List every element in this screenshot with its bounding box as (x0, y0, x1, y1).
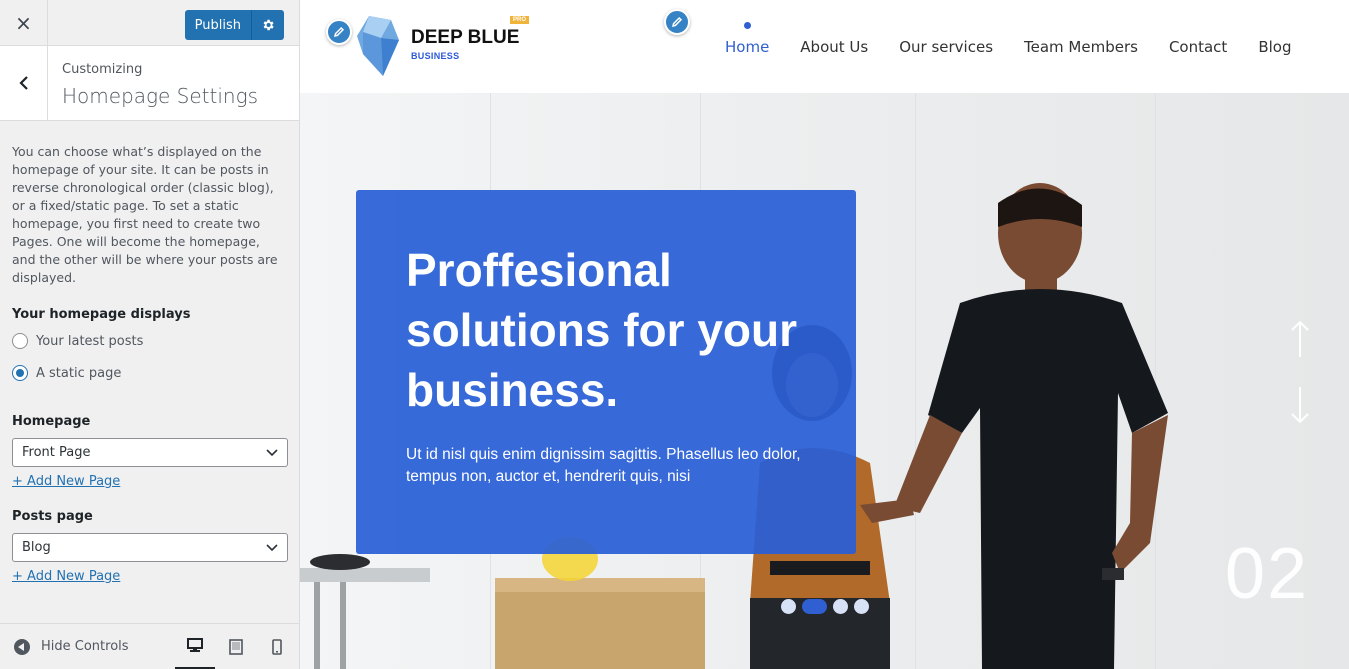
slider-next-button[interactable] (1290, 385, 1310, 434)
back-button[interactable] (0, 46, 48, 120)
arrow-down-icon (1291, 387, 1309, 424)
hero-card: Proffesional solutions for your business… (356, 190, 856, 554)
slider-dot[interactable] (833, 599, 848, 614)
radio-static-page[interactable]: A static page (12, 365, 287, 381)
nav-item-blog[interactable]: Blog (1258, 38, 1291, 56)
hero-slider: Proffesional solutions for your business… (300, 93, 1349, 669)
man-image (860, 183, 1168, 669)
brand-name: DEEP BLUE (411, 27, 520, 48)
chevron-left-icon (18, 76, 28, 90)
breadcrumb: Customizing (62, 62, 143, 77)
posts-page-select[interactable]: Blog (12, 533, 288, 562)
desktop-preview-button[interactable] (175, 624, 215, 669)
panel-body: You can choose what’s displayed on the h… (0, 121, 299, 584)
pencil-icon (333, 26, 345, 38)
homepage-label: Homepage (12, 414, 91, 429)
mobile-preview-button[interactable] (257, 624, 297, 669)
section-header: Customizing Homepage Settings (0, 46, 299, 121)
homepage-select[interactable]: Front Page (12, 438, 288, 467)
radio-latest-posts[interactable]: Your latest posts (12, 333, 287, 349)
site-header: DEEP BLUE PRO BUSINESS Home About Us Our… (300, 0, 1349, 93)
logo-icon (357, 16, 399, 76)
slider-prev-button[interactable] (1290, 319, 1310, 368)
hide-controls-button[interactable]: Hide Controls (14, 638, 129, 655)
slider-dot[interactable] (854, 599, 869, 614)
cardboard-box-image (495, 578, 705, 669)
site-preview: DEEP BLUE PRO BUSINESS Home About Us Our… (300, 0, 1349, 669)
slider-dot-active[interactable] (802, 599, 827, 614)
nav-item-our-services[interactable]: Our services (899, 38, 993, 56)
radio-button-checked[interactable] (12, 365, 28, 381)
desk-image (300, 554, 430, 669)
brand-subtitle: BUSINESS (411, 51, 460, 61)
pencil-icon (671, 16, 683, 28)
posts-page-label: Posts page (12, 509, 93, 524)
publish-button[interactable]: Publish (184, 10, 252, 40)
add-new-page-link[interactable]: + Add New Page (12, 474, 120, 489)
customizer-topbar: × Publish (0, 0, 299, 46)
tablet-icon (229, 639, 243, 655)
radio-label: Your latest posts (36, 333, 144, 349)
slide-number: 02 (1225, 534, 1310, 614)
customizer-sidebar: × Publish Customizing Homepage Settings … (0, 0, 300, 669)
radio-button[interactable] (12, 333, 28, 349)
displays-label: Your homepage displays (12, 307, 191, 322)
nav-item-about-us[interactable]: About Us (800, 38, 868, 56)
radio-label: A static page (36, 365, 122, 381)
customizer-footer: Hide Controls (0, 623, 299, 669)
hero-text: Ut id nisl quis enim dignissim sagittis.… (406, 446, 801, 485)
pro-badge: PRO (510, 16, 530, 24)
homepage-description: You can choose what’s displayed on the h… (12, 144, 278, 285)
main-nav: Home About Us Our services Team Members … (725, 22, 1291, 56)
hero-title: Proffesional solutions for your business… (406, 244, 797, 416)
homepage-select-value: Front Page (22, 445, 91, 460)
publish-group: Publish (184, 10, 284, 40)
gear-icon (263, 19, 274, 31)
posts-page-select-value: Blog (22, 540, 51, 555)
chevron-down-icon (266, 448, 278, 456)
hide-controls-label: Hide Controls (41, 639, 129, 654)
slider-dot[interactable] (781, 599, 796, 614)
desktop-icon (187, 638, 203, 652)
edit-logo-shortcut[interactable] (326, 19, 352, 45)
nav-item-contact[interactable]: Contact (1169, 38, 1227, 56)
mobile-icon (272, 639, 282, 655)
edit-menu-shortcut[interactable] (664, 9, 690, 35)
chevron-down-icon (266, 543, 278, 551)
nav-item-home[interactable]: Home (725, 22, 769, 56)
close-customizer-button[interactable]: × (0, 0, 48, 46)
publish-settings-button[interactable] (252, 10, 284, 40)
section-title: Homepage Settings (62, 84, 259, 108)
tablet-preview-button[interactable] (216, 624, 256, 669)
collapse-icon (14, 638, 30, 655)
arrow-up-icon (1291, 320, 1309, 357)
nav-item-team-members[interactable]: Team Members (1024, 38, 1138, 56)
add-new-page-link[interactable]: + Add New Page (12, 569, 120, 584)
slider-dots (781, 599, 869, 614)
